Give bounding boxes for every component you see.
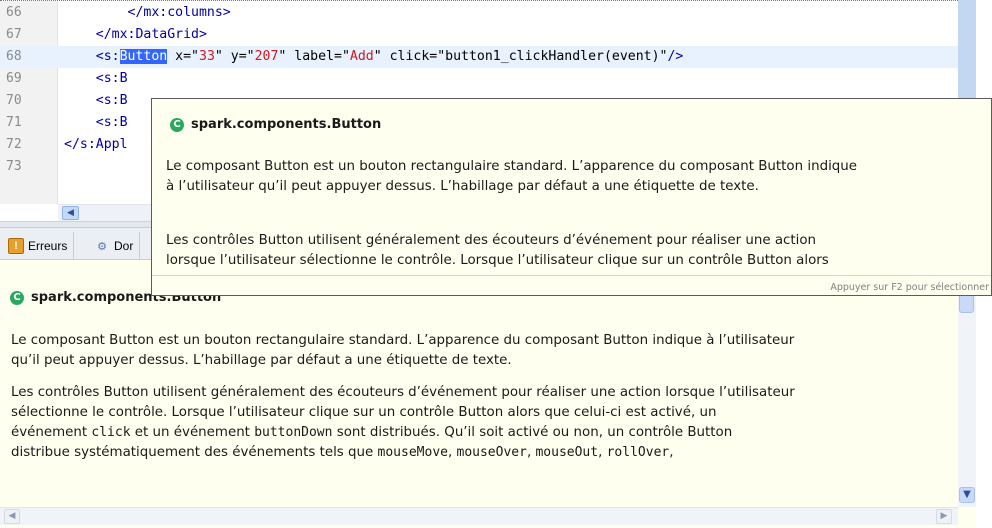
scroll-right-arrow-icon[interactable]: ▶	[936, 509, 952, 524]
line-number: 67	[6, 27, 22, 42]
tab-documentation[interactable]: ⚙ Dor	[88, 232, 141, 260]
editor-top-border	[0, 0, 958, 1]
code-text[interactable]: </mx:columns>	[64, 2, 231, 24]
code-token: x="	[167, 49, 199, 64]
xml-tag: <s:B	[95, 115, 128, 130]
code-mouseout: mouseOut	[535, 445, 599, 460]
code-text[interactable]: </mx:DataGrid>	[64, 24, 207, 46]
line-number: 71	[6, 115, 22, 130]
code-mousemove: mouseMove	[377, 445, 448, 460]
doc-text: et un événement	[130, 425, 255, 440]
tooltip-paragraph-2: Les contrôles Button utilisent généralem…	[166, 233, 829, 268]
scroll-left-arrow-icon[interactable]: ◀	[62, 206, 79, 220]
doc-content: C spark.components.Button Le composant B…	[0, 261, 958, 507]
code-line[interactable]: 67 </mx:DataGrid>	[0, 24, 958, 46]
doc-paragraph-2: Les contrôles Button utilisent généralem…	[11, 383, 941, 463]
code-token: " label="	[278, 49, 350, 64]
xml-tag: <s:B	[95, 93, 128, 108]
doc-vertical-scrollbar[interactable]: ▼	[958, 261, 976, 507]
class-c-icon: C	[10, 291, 24, 305]
errors-icon: !	[8, 238, 24, 254]
attribute-value: 33	[199, 49, 215, 64]
panel-right-margin	[976, 261, 992, 528]
code-mouseover: mouseOver	[456, 445, 527, 460]
doc-text: ,	[598, 445, 607, 460]
tab-documentation-label: Dor	[114, 239, 134, 253]
code-text[interactable]: <s:Button x="33" y="207" label="Add" cli…	[64, 46, 683, 68]
class-c-icon: C	[170, 118, 184, 132]
code-rollover: rollOver	[606, 445, 670, 460]
code-line[interactable]: 66 </mx:columns>	[0, 2, 958, 24]
line-number: 72	[6, 137, 22, 152]
xml-tag: </mx:columns>	[127, 5, 231, 20]
code-text[interactable]: <s:B	[64, 68, 128, 90]
code-token: " y="	[214, 49, 255, 64]
tooltip-divider	[152, 275, 991, 276]
code-text[interactable]: <s:B	[64, 112, 128, 134]
xml-tag: />	[667, 49, 684, 64]
xml-tag: <s:B	[95, 71, 128, 86]
code-line[interactable]: 68 <s:Button x="33" y="207" label="Add" …	[0, 46, 958, 68]
tab-errors[interactable]: ! Erreurs	[2, 232, 75, 260]
doc-text: ,	[447, 445, 457, 460]
tab-errors-label: Erreurs	[28, 239, 68, 253]
code-buttondown: buttonDown	[254, 425, 333, 440]
code-token: " click="button1_clickHandler(event)"	[373, 49, 668, 64]
scroll-left-arrow-icon[interactable]: ◀	[4, 509, 20, 524]
selected-token: Button	[119, 49, 168, 64]
xml-tag: </s:Appl	[64, 137, 128, 152]
scroll-down-arrow-icon[interactable]: ▼	[959, 487, 975, 503]
line-number: 73	[6, 159, 22, 174]
hover-tooltip[interactable]: C spark.components.Button Le composant B…	[151, 98, 992, 296]
doc-horizontal-scrollbar[interactable]: ◀ ▶	[0, 507, 958, 525]
code-line[interactable]: 69 <s:B	[0, 68, 958, 90]
line-number: 69	[6, 71, 22, 86]
tooltip-paragraph-1: Le composant Button est un bouton rectan…	[166, 159, 858, 194]
code-click: click	[91, 425, 131, 440]
attribute-value: Add	[349, 49, 374, 64]
line-number: 70	[6, 93, 22, 108]
doc-text: ,	[669, 445, 674, 460]
code-text[interactable]: <s:B	[64, 90, 128, 112]
gear-icon: ⚙	[97, 240, 107, 253]
line-number: 68	[6, 49, 22, 64]
tooltip-title: spark.components.Button	[191, 117, 382, 132]
xml-tag: <s:	[95, 49, 120, 64]
code-text[interactable]: </s:Appl	[64, 134, 128, 156]
attribute-value: 207	[254, 49, 279, 64]
xml-tag: </mx:DataGrid>	[95, 27, 207, 42]
line-number: 66	[6, 5, 22, 20]
tooltip-header: C spark.components.Button	[170, 115, 381, 135]
tooltip-footer-hint: Appuyer sur F2 pour sélectionner	[830, 282, 989, 293]
doc-paragraph-1: Le composant Button est un bouton rectan…	[11, 333, 795, 368]
